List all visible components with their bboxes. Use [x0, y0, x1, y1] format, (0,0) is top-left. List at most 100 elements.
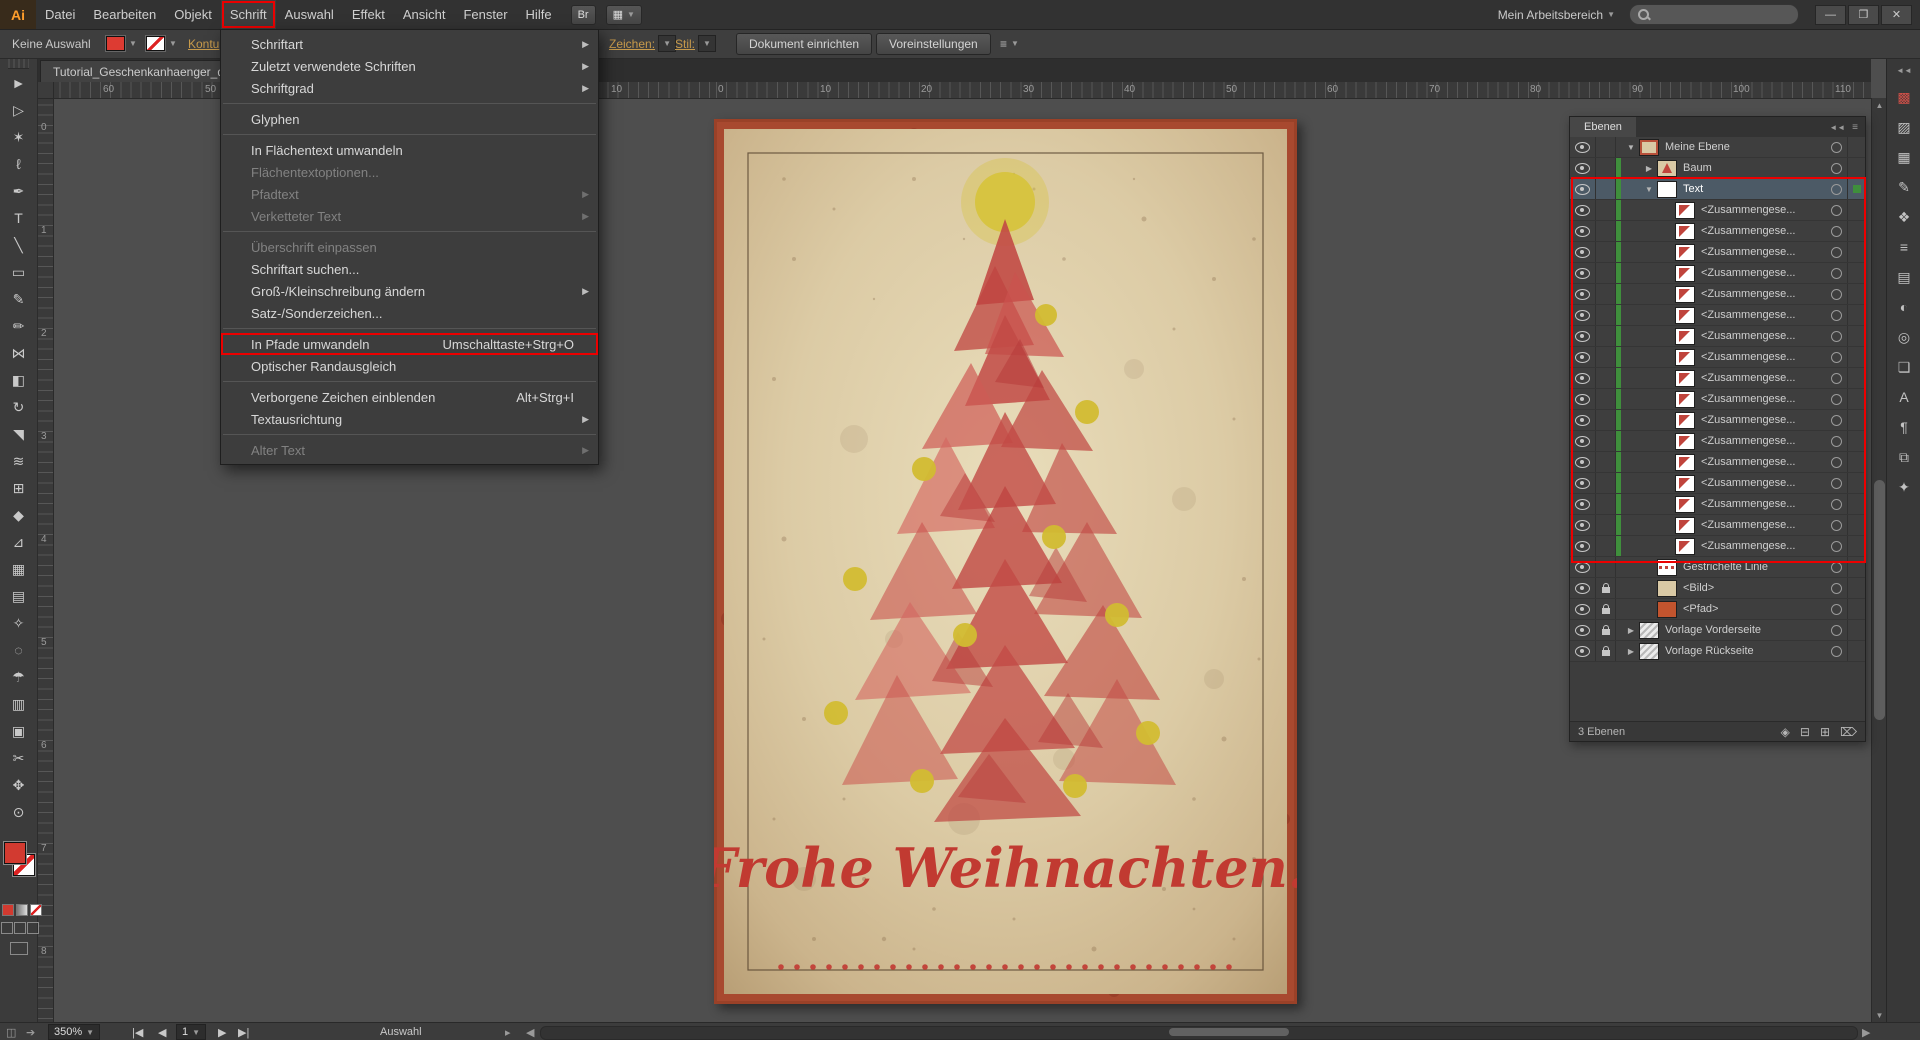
menu-item-schriftart-suchen[interactable]: Schriftart suchen... — [221, 258, 598, 280]
magic-wand-tool[interactable]: ✶ — [0, 123, 37, 150]
lock-toggle[interactable] — [1596, 515, 1616, 535]
gradient-tool[interactable]: ▤ — [0, 582, 37, 609]
layer-thumbnail[interactable] — [1675, 223, 1695, 240]
target-circle[interactable] — [1831, 268, 1842, 279]
layer-row[interactable]: <Zusammengese... — [1570, 410, 1865, 431]
warp-tool[interactable]: ≋ — [0, 447, 37, 474]
visibility-toggle[interactable] — [1570, 200, 1596, 220]
new-layer-button[interactable]: ⊞ — [1820, 725, 1830, 739]
target-circle[interactable] — [1831, 289, 1842, 300]
visibility-toggle[interactable] — [1570, 599, 1596, 619]
layer-thumbnail[interactable] — [1675, 286, 1695, 303]
layer-name[interactable]: <Zusammengese... — [1701, 225, 1831, 237]
menu-item-schriftgrad[interactable]: Schriftgrad▶ — [221, 77, 598, 99]
layer-row-baum[interactable]: ▶ Baum — [1570, 158, 1865, 179]
layer-row[interactable]: <Zusammengese... — [1570, 515, 1865, 536]
target-circle[interactable] — [1831, 520, 1842, 531]
visibility-toggle[interactable] — [1570, 284, 1596, 304]
layer-name[interactable]: <Bild> — [1683, 582, 1831, 594]
layer-thumbnail[interactable] — [1675, 328, 1695, 345]
menu-item-verborgene-zeichen-einblenden[interactable]: Verborgene Zeichen einblendenAlt+Strg+I — [221, 386, 598, 408]
brushes-panel-icon[interactable]: ✎ — [1887, 172, 1920, 202]
target-circle[interactable] — [1831, 625, 1842, 636]
status-options-arrow[interactable]: ▸ — [505, 1023, 511, 1040]
layer-name[interactable]: Vorlage Vorderseite — [1665, 624, 1831, 636]
visibility-toggle[interactable] — [1570, 389, 1596, 409]
width-tool[interactable]: ⋈ — [0, 339, 37, 366]
layer-name[interactable]: <Zusammengese... — [1701, 498, 1831, 510]
draw-normal-button[interactable] — [1, 922, 13, 934]
scroll-down-arrow[interactable]: ▼ — [1872, 1008, 1887, 1022]
color-button[interactable] — [2, 904, 14, 916]
rectangle-tool[interactable]: ▭ — [0, 258, 37, 285]
none-button[interactable] — [30, 904, 42, 916]
lock-toggle[interactable] — [1596, 599, 1616, 619]
target-circle[interactable] — [1831, 415, 1842, 426]
screen-mode-button[interactable] — [10, 942, 28, 955]
lock-toggle[interactable] — [1596, 200, 1616, 220]
menu-item-in-pfade-umwandeln[interactable]: In Pfade umwandelnUmschalttaste+Strg+O — [221, 333, 598, 355]
target-circle[interactable] — [1831, 541, 1842, 552]
layer-row[interactable]: <Zusammengese... — [1570, 452, 1865, 473]
pencil-tool[interactable]: ✏ — [0, 312, 37, 339]
layer-thumbnail[interactable] — [1675, 433, 1695, 450]
previous-artboard-button[interactable]: ◀ — [158, 1023, 166, 1040]
target-circle[interactable] — [1831, 163, 1842, 174]
lock-toggle[interactable] — [1596, 263, 1616, 283]
delete-layer-button[interactable]: ⌦ — [1840, 725, 1857, 739]
layer-row-vorlage-rueckseite[interactable]: ▶ Vorlage Rückseite — [1570, 641, 1865, 662]
layer-thumbnail[interactable] — [1675, 538, 1695, 555]
lock-toggle[interactable] — [1596, 305, 1616, 325]
layer-name[interactable]: <Zusammengese... — [1701, 288, 1831, 300]
menu-hilfe[interactable]: Hilfe — [517, 0, 561, 29]
layer-thumbnail[interactable] — [1639, 622, 1659, 639]
layer-row[interactable]: <Zusammengese... — [1570, 536, 1865, 557]
free-transform-tool[interactable]: ⊞ — [0, 474, 37, 501]
mesh-tool[interactable]: ▦ — [0, 555, 37, 582]
swatches-panel-icon[interactable]: ▦ — [1887, 142, 1920, 172]
lock-toggle[interactable] — [1596, 641, 1616, 661]
layer-name[interactable]: <Zusammengese... — [1701, 204, 1831, 216]
lock-toggle[interactable] — [1596, 494, 1616, 514]
target-circle[interactable] — [1831, 226, 1842, 237]
target-circle[interactable] — [1831, 583, 1842, 594]
visibility-toggle[interactable] — [1570, 410, 1596, 430]
visibility-toggle[interactable] — [1570, 305, 1596, 325]
links-panel-icon[interactable]: ⧉ — [1887, 442, 1920, 472]
target-circle[interactable] — [1831, 478, 1842, 489]
zoom-level-dropdown[interactable]: 350%▼ — [48, 1024, 100, 1040]
layer-name[interactable]: Meine Ebene — [1665, 141, 1831, 153]
color-panel-icon[interactable]: ▩ — [1887, 82, 1920, 112]
menu-objekt[interactable]: Objekt — [165, 0, 221, 29]
menu-bearbeiten[interactable]: Bearbeiten — [84, 0, 165, 29]
lock-toggle[interactable] — [1596, 473, 1616, 493]
menu-ansicht[interactable]: Ansicht — [394, 0, 455, 29]
next-artboard-button[interactable]: ▶ — [218, 1023, 226, 1040]
visibility-toggle[interactable] — [1570, 473, 1596, 493]
lock-toggle[interactable] — [1596, 179, 1616, 199]
last-artboard-button[interactable]: ▶| — [238, 1023, 249, 1040]
layer-thumbnail[interactable] — [1657, 580, 1677, 597]
lock-toggle[interactable] — [1596, 410, 1616, 430]
menu-effekt[interactable]: Effekt — [343, 0, 394, 29]
layer-row[interactable]: <Zusammengese... — [1570, 368, 1865, 389]
menu-item-textausrichtung[interactable]: Textausrichtung▶ — [221, 408, 598, 430]
target-circle[interactable] — [1831, 205, 1842, 216]
layer-row[interactable]: <Zusammengese... — [1570, 305, 1865, 326]
ruler-corner[interactable] — [37, 82, 54, 99]
panel-menu-icon[interactable]: ≡ — [1850, 122, 1865, 133]
status-icon-a[interactable]: ◫ — [6, 1023, 16, 1040]
align-options-control[interactable]: ≡▼ — [1000, 29, 1019, 58]
hand-tool[interactable]: ✥ — [0, 771, 37, 798]
lock-toggle[interactable] — [1596, 389, 1616, 409]
layer-name[interactable]: Text — [1683, 183, 1831, 195]
direct-selection-tool[interactable]: ▷ — [0, 96, 37, 123]
visibility-toggle[interactable] — [1570, 368, 1596, 388]
kontur-link[interactable]: Kontu — [188, 29, 219, 58]
layer-row-gestrichelte-linie[interactable]: Gestrichelte Linie — [1570, 557, 1865, 578]
status-icon-b[interactable]: ➔ — [26, 1023, 35, 1040]
zeichen-dropdown[interactable]: ▼ — [658, 35, 676, 52]
lock-toggle[interactable] — [1596, 347, 1616, 367]
workspace-switcher[interactable]: Mein Arbeitsbereich▼ — [1498, 8, 1615, 22]
layer-thumbnail[interactable] — [1657, 160, 1677, 177]
